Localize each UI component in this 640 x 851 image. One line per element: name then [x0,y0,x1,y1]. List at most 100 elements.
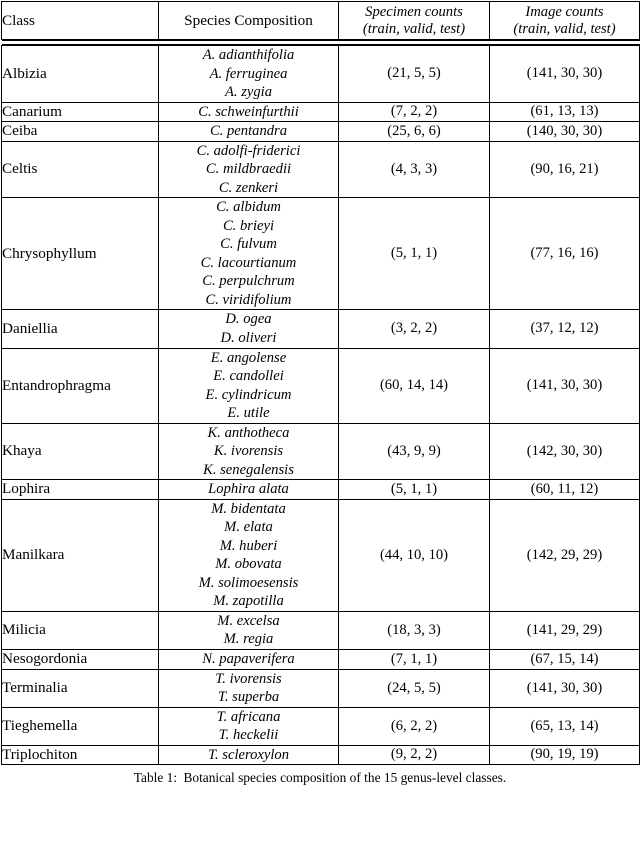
cell-image-counts: (77, 16, 16) [489,197,640,311]
species-name: C. lacourtianum [200,254,297,271]
header-row: Class Species Composition Specimen count… [1,1,640,40]
cell-image-counts: (141, 30, 30) [489,45,640,103]
cell-image-counts: (37, 12, 12) [489,309,640,349]
species-name: C. pentandra [209,123,288,140]
species-name: M. bidentata [211,500,286,517]
species-name: A. ferruginea [209,65,288,82]
species-name: K. senegalensis [203,461,294,478]
cell-class: Chrysophyllum [1,197,159,311]
species-name: D. ogea [225,311,272,328]
species-name: C. fulvum [220,236,277,253]
specimen-counts-title: Specimen counts [365,3,463,20]
table-row: Terminalia T. ivorensis T. superba (24, 5, … [1,668,640,708]
species-name: K. ivorensis [213,443,284,460]
species-name: E. angolense [210,349,287,366]
divider-rule-inner [1,40,640,45]
table-row: Lophira Lophira alata (5, 1, 1) (60, 11, 12… [1,479,640,500]
cell-class: Albizia [1,45,159,103]
cell-class: Lophira [1,479,159,500]
cell-class: Tieghemella [1,706,159,746]
cell-specimen-counts: (18, 3, 3) [338,610,490,651]
cell-image-counts: (142, 29, 29) [489,498,640,612]
species-name: E. candollei [213,368,284,385]
table-row: Chrysophyllum C. albidum C. brieyi C. fulvu… [1,197,640,311]
species-name: C. brieyi [222,217,275,234]
cell-specimen-counts: (4, 3, 3) [338,140,490,199]
specimen-counts-subtitle: (train, valid, test) [362,20,466,37]
species-name: M. regia [223,631,274,648]
species-name: D. oliveri [220,329,277,346]
species-name: C. zenkeri [218,179,279,196]
column-header-specimen-counts: Specimen counts (train, valid, test) [338,1,490,40]
table-header: Class Species Composition Specimen count… [1,1,640,40]
cell-class: Ceiba [1,121,159,142]
table-row: Albizia A. adianthifolia A. ferruginea A. z… [1,45,640,103]
species-name: T. heckelii [218,727,279,744]
cell-species-composition: D. ogea D. oliveri [158,309,339,349]
cell-species-composition: M. bidentata M. elata M. huberi M. obovata M… [158,498,339,612]
cell-class: Manilkara [1,498,159,612]
caption-label: Table 1: [133,770,178,786]
cell-species-composition: T. africana T. heckelii [158,706,339,746]
species-name: T. africana [216,708,281,725]
cell-species-composition: C. adolfi-friderici C. mildbraedii C. zenk… [158,140,339,199]
column-header-image-counts: Image counts (train, valid, test) [489,1,640,40]
cell-specimen-counts: (44, 10, 10) [338,498,490,612]
cell-species-composition: M. excelsa M. regia [158,610,339,651]
cell-image-counts: (142, 30, 30) [489,422,640,481]
cell-image-counts: (90, 16, 21) [489,140,640,199]
table-row: Entandrophragma E. angolense E. candollei E… [1,347,640,424]
species-name: T. ivorensis [215,670,282,687]
cell-specimen-counts: (21, 5, 5) [338,45,490,103]
cell-species-composition: N. papaverifera [158,649,339,670]
species-name: M. solimoesensis [198,574,299,591]
cell-class: Nesogordonia [1,649,159,670]
species-name: C. viridifolium [205,291,292,308]
column-header-species-composition: Species Composition [158,1,339,40]
column-header-class: Class [1,1,159,40]
cell-class: Milicia [1,610,159,651]
cell-species-composition: A. adianthifolia A. ferruginea A. zygia [158,45,339,103]
species-name: Lophira alata [208,481,289,498]
species-name: E. utile [227,405,270,422]
species-name: T. scleroxylon [207,746,290,763]
species-name: K. anthotheca [207,424,290,441]
caption-text: Botanical species composition of the 15 … [183,770,507,786]
cell-image-counts: (141, 30, 30) [489,668,640,708]
table-page: Class Species Composition Specimen count… [0,1,640,851]
cell-image-counts: (67, 15, 14) [489,649,640,670]
cell-specimen-counts: (5, 1, 1) [338,479,490,500]
table-row: Triplochiton T. scleroxylon (9, 2, 2) (90, … [1,744,640,766]
cell-species-composition: K. anthotheca K. ivorensis K. senegalensis [158,422,339,481]
cell-class: Terminalia [1,668,159,708]
table-row: Nesogordonia N. papaverifera (7, 1, 1) (67,… [1,649,640,670]
table-row: Daniellia D. ogea D. oliveri (3, 2, 2) (37, … [1,309,640,349]
cell-image-counts: (140, 30, 30) [489,121,640,142]
cell-species-composition: T. scleroxylon [158,744,339,766]
species-name: C. albidum [216,199,281,216]
cell-image-counts: (90, 19, 19) [489,744,640,766]
species-name: T. superba [217,689,280,706]
cell-species-composition: C. pentandra [158,121,339,142]
species-name: M. obovata [215,556,282,573]
cell-specimen-counts: (43, 9, 9) [338,422,490,481]
cell-class: Daniellia [1,309,159,349]
species-name: C. mildbraedii [205,161,292,178]
cell-image-counts: (141, 30, 30) [489,347,640,424]
species-name: A. zygia [224,84,273,101]
cell-image-counts: (61, 13, 13) [489,101,640,123]
cell-species-composition: Lophira alata [158,479,339,500]
cell-specimen-counts: (60, 14, 14) [338,347,490,424]
image-counts-subtitle: (train, valid, test) [513,20,616,37]
table-body: Albizia A. adianthifolia A. ferruginea A. z… [1,40,640,766]
cell-image-counts: (141, 29, 29) [489,610,640,651]
cell-species-composition: C. albidum C. brieyi C. fulvum C. lacourtia… [158,197,339,311]
cell-class: Triplochiton [1,744,159,766]
cell-specimen-counts: (24, 5, 5) [338,668,490,708]
cell-class: Khaya [1,422,159,481]
table-row: Celtis C. adolfi-friderici C. mildbraedii C… [1,140,640,199]
cell-specimen-counts: (9, 2, 2) [338,744,490,766]
table-row: Ceiba C. pentandra (25, 6, 6) (140, 30, 30) [1,121,640,142]
cell-species-composition: T. ivorensis T. superba [158,668,339,708]
table-row: Tieghemella T. africana T. heckelii (6, 2, … [1,706,640,746]
